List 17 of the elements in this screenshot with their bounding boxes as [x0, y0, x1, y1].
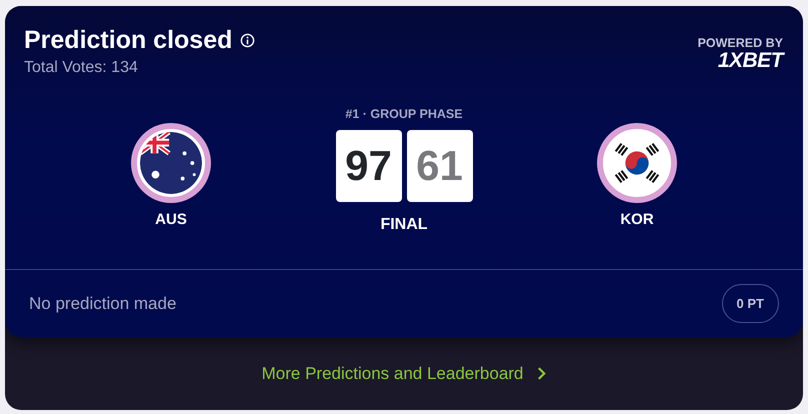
south-korea-flag-icon	[603, 129, 671, 197]
prediction-status: No prediction made	[29, 294, 176, 314]
powered-by-label: POWERED BY	[698, 36, 783, 50]
match-phase: #1 · GROUP PHASE	[345, 107, 463, 121]
total-votes: Total Votes: 134	[24, 59, 139, 77]
chevron-right-icon	[537, 366, 546, 381]
match-status: FINAL	[380, 216, 428, 234]
points-badge: 0 PT	[722, 284, 779, 323]
leaderboard-link[interactable]: More Predictions and Leaderboard	[262, 364, 546, 384]
australia-flag-icon	[137, 129, 205, 197]
info-icon[interactable]	[240, 33, 256, 48]
sponsor-logo: 1XBET	[718, 50, 783, 71]
team-code: KOR	[620, 211, 654, 228]
score-tile: 97	[336, 130, 402, 202]
card-title: Prediction closed	[24, 26, 232, 55]
team-code: AUS	[155, 211, 187, 228]
score-tile: 61	[406, 130, 472, 202]
